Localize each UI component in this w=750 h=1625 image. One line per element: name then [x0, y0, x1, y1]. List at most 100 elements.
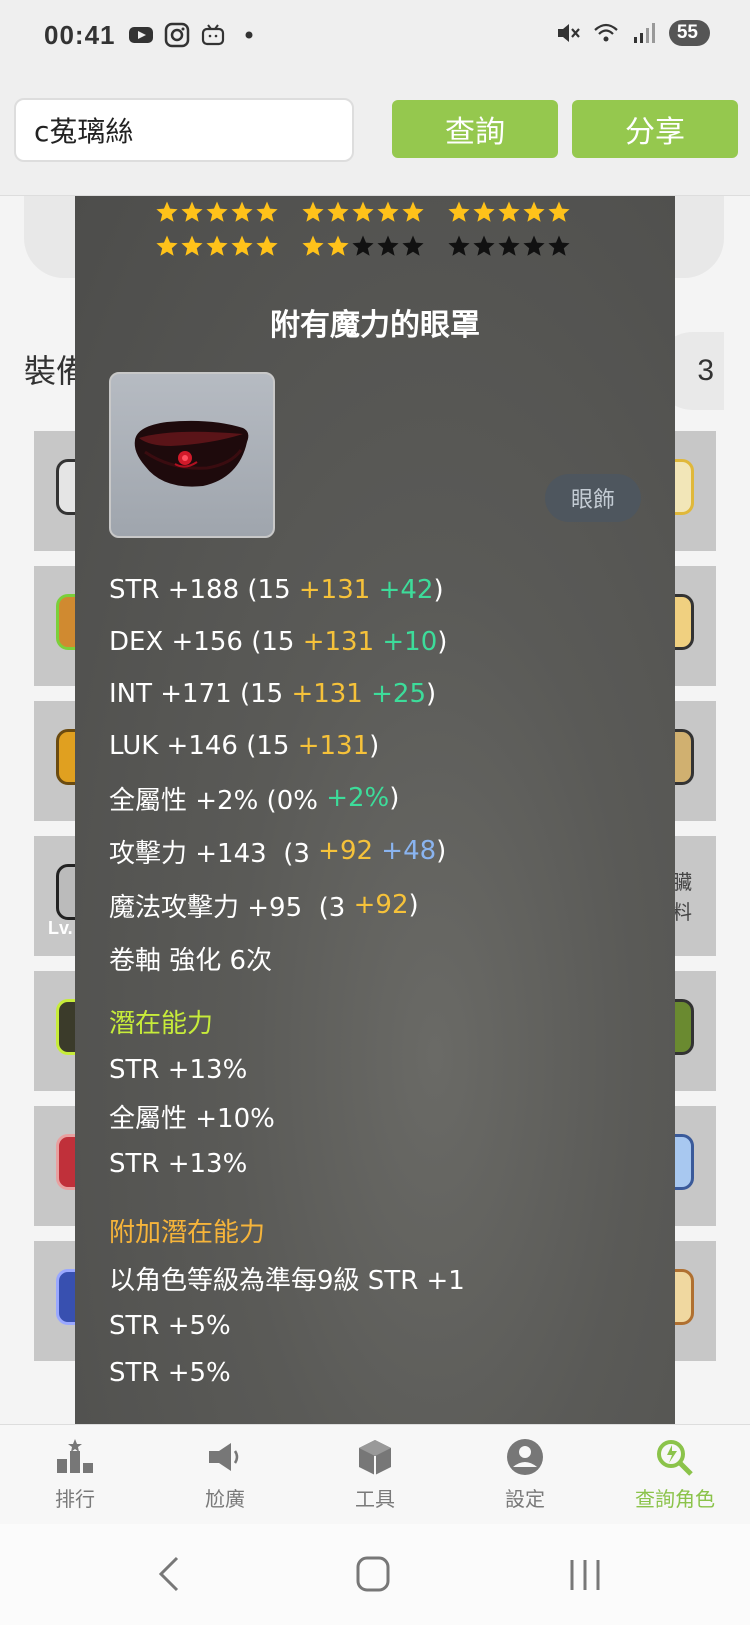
home-icon[interactable] [348, 1552, 398, 1596]
stat-bonus-2: +48 [373, 836, 437, 866]
star-filled-icon [231, 201, 253, 222]
toolbox-icon [359, 1440, 391, 1475]
stat-line: 全屬性 +2% (0% +2%) [109, 772, 649, 824]
share-button[interactable]: 分享 [572, 100, 738, 158]
recent-apps-icon[interactable] [560, 1552, 610, 1596]
potential-line: STR +13% [109, 1054, 248, 1085]
star-group [155, 200, 279, 224]
nav-item-3[interactable]: 設定 [450, 1425, 600, 1524]
stat-close: ) [389, 783, 400, 813]
star-filled-icon [448, 201, 470, 222]
star-filled-icon [327, 235, 349, 256]
stat-close: ) [436, 836, 447, 866]
stat-line: LUK +146 (15 +131) [109, 720, 649, 772]
stat-base: LUK +146 (15 [109, 731, 298, 761]
item-tooltip[interactable]: 附有魔力的眼罩 眼飾 STR +188 (15 +131 +42) DEX +15… [75, 196, 675, 1424]
wifi-icon [594, 23, 618, 42]
stat-bonus-2: +42 [370, 575, 434, 605]
star-filled-icon [377, 201, 399, 222]
nav-label: 查詢角色 [635, 1487, 715, 1511]
query-button[interactable]: 查詢 [392, 100, 558, 158]
stat-bonus-1: +92 [353, 890, 409, 920]
star-empty-icon [498, 235, 520, 256]
character-search-input[interactable] [14, 98, 354, 162]
stat-close: ) [437, 627, 448, 657]
potential-line: 全屬性 +10% [109, 1104, 275, 1134]
slot-side-text: 臟 [672, 870, 692, 894]
stat-bonus-2: +2% [326, 783, 390, 813]
star-filled-icon [156, 235, 178, 256]
star-group [447, 234, 571, 258]
star-empty-icon [448, 235, 470, 256]
star-empty-icon [352, 235, 374, 256]
stat-line: STR +188 (15 +131 +42) [109, 564, 649, 616]
status-time: 00:41 [44, 20, 116, 50]
status-bar: 00:41 55 [0, 0, 750, 76]
scroll-enhance-line: 卷軸 強化 6次 [109, 945, 273, 976]
stat-base: 攻擊力 +143 (3 [109, 838, 319, 869]
star-filled-icon [523, 201, 545, 222]
item-image [109, 372, 275, 538]
star-group [155, 234, 279, 258]
item-stats: STR +188 (15 +131 +42) DEX +156 (15 +131 … [109, 564, 649, 1396]
stat-close: ) [408, 890, 419, 920]
star-filled-icon [256, 235, 278, 256]
stat-line: INT +171 (15 +131 +25) [109, 668, 649, 720]
additional-potential-line: 以角色等級為準每9級 STR +1 [109, 1266, 465, 1296]
star-group [447, 200, 571, 224]
stat-bonus-2: +10 [374, 627, 438, 657]
star-filled-icon [206, 201, 228, 222]
nav-item-4[interactable]: 查詢角色 [600, 1425, 750, 1524]
stat-base: INT +171 (15 [109, 679, 292, 709]
star-filled-icon [352, 201, 374, 222]
stat-bonus-2: +25 [362, 679, 426, 709]
starforce-row-2 [155, 234, 571, 258]
bottom-navigation: 排行 尬廣 工具 設定 查詢角色 [0, 1424, 750, 1524]
star-filled-icon [498, 201, 520, 222]
star-filled-icon [256, 201, 278, 222]
eye-patch-icon [134, 420, 249, 487]
star-empty-icon [402, 235, 424, 256]
star-filled-icon [181, 235, 203, 256]
level-badge: Lv. [48, 918, 73, 938]
star-filled-icon [473, 201, 495, 222]
item-name: 附有魔力的眼罩 [270, 308, 480, 343]
additional-potential-line: STR +5% [109, 1310, 231, 1341]
instagram-icon [164, 22, 190, 48]
nav-item-0[interactable]: 排行 [0, 1425, 150, 1524]
stat-close: ) [426, 679, 437, 709]
stat-bonus-1: +131 [291, 679, 363, 709]
star-group [301, 234, 425, 258]
potential-line: STR +13% [109, 1148, 248, 1179]
nav-item-1[interactable]: 尬廣 [150, 1425, 300, 1524]
potential-title: 潛在能力 [109, 1008, 214, 1039]
status-icons-right: 55 [555, 20, 710, 46]
star-empty-icon [548, 235, 570, 256]
megaphone-icon [209, 1443, 239, 1471]
nav-label: 設定 [505, 1487, 545, 1511]
stat-close: ) [433, 575, 444, 605]
nav-label: 排行 [55, 1487, 95, 1511]
star-filled-icon [302, 201, 324, 222]
star-filled-icon [206, 235, 228, 256]
signal-icon [633, 23, 655, 43]
stat-line: 攻擊力 +143 (3 +92 +48) [109, 824, 649, 878]
star-filled-icon [548, 201, 570, 222]
search-character-icon [657, 1440, 693, 1476]
stat-close: ) [369, 731, 380, 761]
additional-potential-line: STR +5% [109, 1357, 231, 1388]
star-filled-icon [302, 235, 324, 256]
stat-bonus-1: +131 [302, 627, 375, 657]
stat-base: 魔法攻擊力 +95 (3 [109, 892, 354, 923]
starforce-row-1 [155, 200, 571, 224]
ranking-icon [57, 1439, 93, 1473]
star-group [301, 200, 425, 224]
star-filled-icon [156, 201, 178, 222]
back-icon[interactable] [145, 1552, 195, 1596]
star-filled-icon [231, 235, 253, 256]
youtube-icon [129, 27, 153, 43]
star-filled-icon [181, 201, 203, 222]
status-icons-left [128, 22, 262, 48]
nav-item-2[interactable]: 工具 [300, 1425, 450, 1524]
star-filled-icon [327, 201, 349, 222]
